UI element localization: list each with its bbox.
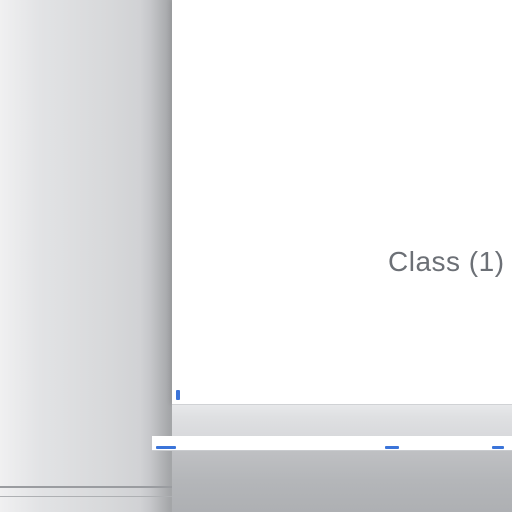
panel-label: Class (1) xyxy=(388,246,505,277)
panel-bottom-bar xyxy=(172,404,512,437)
accent-marker xyxy=(176,390,180,400)
floor-line xyxy=(0,486,172,488)
ledge-accent-marker xyxy=(492,446,504,449)
content-panel[interactable]: Class (1) xyxy=(172,0,512,404)
scene: Class (1) xyxy=(0,0,512,512)
ledge-strip xyxy=(152,436,512,451)
ledge-accent-marker xyxy=(385,446,399,449)
ledge-accent-marker xyxy=(156,446,176,449)
floor-line xyxy=(0,496,172,497)
desk-surface xyxy=(172,451,512,512)
